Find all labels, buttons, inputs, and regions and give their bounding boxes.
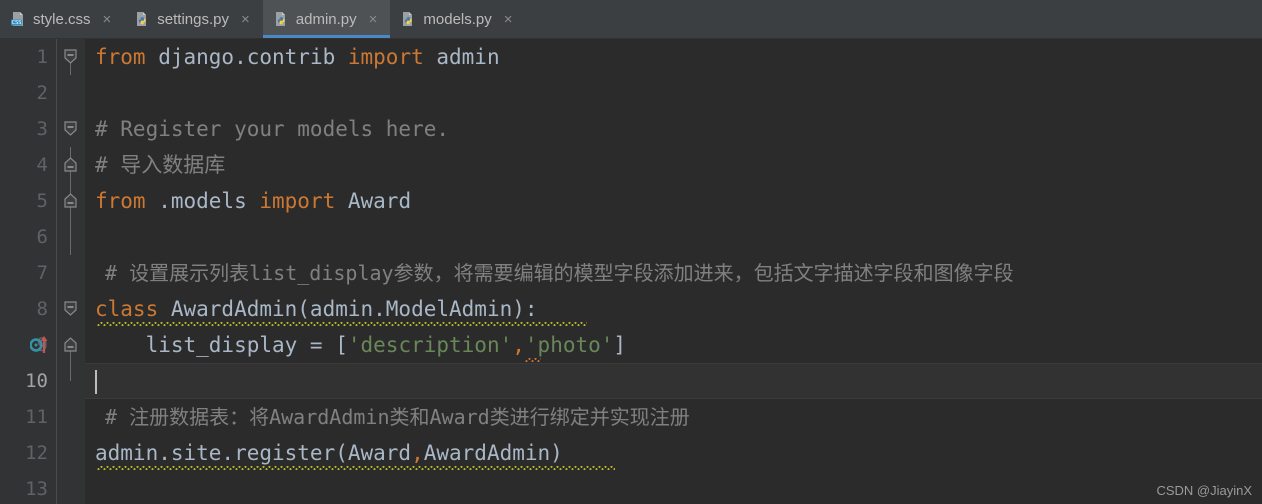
comma-token: , xyxy=(512,333,525,357)
keyword-import: import xyxy=(347,45,424,69)
comment-text: # 注册数据表：将AwardAdmin类和Award类进行绑定并实现注册 xyxy=(105,405,690,429)
code-line-11[interactable]: # 注册数据表：将AwardAdmin类和Award类进行绑定并实现注册 xyxy=(85,399,1262,435)
editor-tab-bar: CSS style.css × settings.py × admin.py ×… xyxy=(0,0,1262,39)
close-icon[interactable]: × xyxy=(239,10,252,29)
tab-style-css[interactable]: CSS style.css × xyxy=(0,0,124,38)
comment-text: # Register your models here. xyxy=(95,117,450,141)
module-path: .models xyxy=(145,189,260,213)
code-line-5[interactable]: from .models import Award xyxy=(85,183,1262,219)
code-line-10-current[interactable] xyxy=(85,363,1262,399)
code-line-2[interactable] xyxy=(85,75,1262,111)
line-number: 1 xyxy=(36,46,48,68)
error-squiggle xyxy=(525,358,541,362)
line-number: 13 xyxy=(25,478,48,500)
line-number: 6 xyxy=(36,226,48,248)
svg-text:CSS: CSS xyxy=(12,20,22,26)
line-number: 12 xyxy=(25,442,48,464)
line-number-current: 10 xyxy=(25,370,48,392)
comment-text: # 导入数据库 xyxy=(95,153,226,177)
tab-label: admin.py xyxy=(295,10,357,28)
assignment-target: list_display = [ xyxy=(95,333,348,357)
python-file-icon xyxy=(400,11,416,27)
close-icon[interactable]: × xyxy=(502,10,515,29)
code-line-9[interactable]: list_display = ['description','photo'] xyxy=(85,327,1262,363)
keyword-from: from xyxy=(95,45,146,69)
comment-text: # 设置展示列表list_display参数，将需要编辑的模型字段添加进来，包括… xyxy=(105,261,1014,285)
line-number: 4 xyxy=(36,154,48,176)
string-literal: 'photo' xyxy=(524,333,614,357)
watermark: CSDN @JiayinX xyxy=(1156,483,1252,498)
function-call: admin.site.register(Award xyxy=(95,441,412,465)
code-line-4[interactable]: # 导入数据库 xyxy=(85,147,1262,183)
fold-marker-expanded[interactable] xyxy=(63,39,78,75)
code-editor[interactable]: 1 2 3 4 5 6 7 8 9 10 11 12 13 from djang… xyxy=(0,39,1262,504)
warning-squiggle xyxy=(97,466,615,470)
class-signature: AwardAdmin(admin.ModelAdmin): xyxy=(158,297,538,321)
code-line-3[interactable]: # Register your models here. xyxy=(85,111,1262,147)
css-file-icon: CSS xyxy=(10,11,26,27)
override-method-marker-icon[interactable] xyxy=(29,327,50,363)
keyword-import: import xyxy=(259,189,336,213)
tab-label: settings.py xyxy=(157,10,229,28)
tab-settings-py[interactable]: settings.py × xyxy=(124,0,262,38)
argument-name: AwardAdmin) xyxy=(423,441,563,465)
python-file-icon xyxy=(134,11,150,27)
imported-name: admin xyxy=(423,45,500,69)
keyword-from: from xyxy=(95,189,146,213)
comma-token: , xyxy=(411,441,424,465)
fold-marker-end[interactable] xyxy=(63,327,78,363)
close-icon[interactable]: × xyxy=(101,10,114,29)
line-number-gutter: 1 2 3 4 5 6 7 8 9 10 11 12 13 xyxy=(0,39,56,504)
line-number: 3 xyxy=(36,118,48,140)
fold-marker-end[interactable] xyxy=(63,183,78,219)
line-number: 8 xyxy=(36,298,48,320)
keyword-class: class xyxy=(95,297,159,321)
code-line-6[interactable] xyxy=(85,219,1262,255)
module-path: django.contrib xyxy=(145,45,348,69)
warning-squiggle xyxy=(97,322,587,326)
tab-models-py[interactable]: models.py × xyxy=(390,0,525,38)
fold-marker-expanded[interactable] xyxy=(63,291,78,327)
close-icon[interactable]: × xyxy=(367,10,380,29)
code-line-7[interactable]: # 设置展示列表list_display参数，将需要编辑的模型字段添加进来，包括… xyxy=(85,255,1262,291)
line-number: 11 xyxy=(25,406,48,428)
code-line-13[interactable] xyxy=(85,471,1262,504)
line-number: 2 xyxy=(36,82,48,104)
code-line-1[interactable]: from django.contrib import admin xyxy=(85,39,1262,75)
line-number: 5 xyxy=(36,190,48,212)
tab-admin-py[interactable]: admin.py × xyxy=(262,0,391,38)
text-caret xyxy=(95,370,97,394)
python-file-icon xyxy=(273,11,289,27)
imported-name: Award xyxy=(335,189,412,213)
bracket-token: ] xyxy=(613,333,627,357)
string-literal: 'description' xyxy=(347,333,513,357)
tab-label: models.py xyxy=(423,10,492,28)
code-folding-gutter xyxy=(56,39,85,504)
tab-label: style.css xyxy=(33,10,91,28)
fold-marker-expanded[interactable] xyxy=(63,111,78,147)
fold-marker-end[interactable] xyxy=(63,147,78,183)
line-number: 7 xyxy=(36,262,48,284)
code-text-area[interactable]: from django.contrib import admin # Regis… xyxy=(85,39,1262,504)
